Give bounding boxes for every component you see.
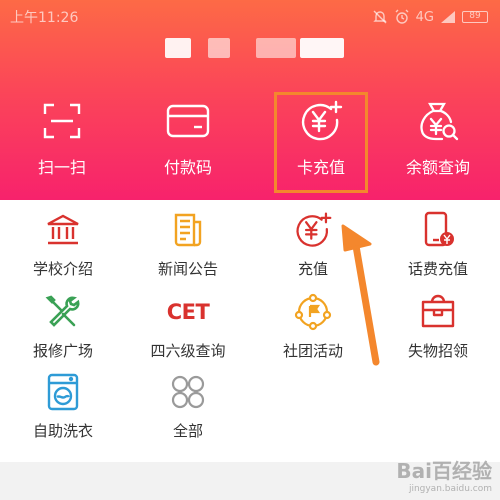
payment-code-button[interactable]: 付款码: [143, 100, 233, 180]
club-activity-item[interactable]: 社团活动: [258, 292, 368, 364]
self-laundry-label: 自助洗衣: [32, 422, 93, 440]
all-apps-item[interactable]: 全部: [133, 372, 243, 444]
alarm-icon: [395, 9, 409, 24]
repair-plaza-item[interactable]: 报修广场: [8, 292, 118, 364]
watermark-url: jingyan.baidu.com: [408, 484, 492, 494]
newspaper-icon: [168, 210, 208, 250]
blurred-title-block: [165, 38, 191, 58]
repair-plaza-label: 报修广场: [32, 342, 93, 360]
cet-text-icon: CET: [166, 292, 210, 332]
club-network-icon: [293, 292, 333, 332]
recharge-item[interactable]: 充值: [258, 210, 368, 282]
scan-icon: [39, 100, 85, 142]
watermark-brand: Bai百经验: [396, 459, 492, 483]
cet-icon-text: CET: [166, 300, 210, 324]
blurred-title-block: [256, 38, 296, 58]
phone-recharge-item[interactable]: 话费充值: [383, 210, 493, 282]
header-banner: 上午11:26 4G 89 扫一扫 付款码 卡充值 余额查询: [0, 0, 500, 200]
yen-add-icon: [293, 210, 333, 250]
status-bar: 上午11:26 4G 89: [0, 0, 500, 34]
lost-found-box-icon: [418, 292, 458, 332]
cet-query-label: 四六级查询: [150, 342, 226, 360]
watermark: Bai百经验 jingyan.baidu.com: [396, 455, 492, 494]
wrench-screwdriver-icon: [43, 292, 83, 332]
news-label: 新闻公告: [157, 260, 218, 278]
top-actions-row: 扫一扫 付款码 卡充值 余额查询: [0, 100, 500, 180]
blurred-title-block: [300, 38, 344, 58]
washing-machine-icon: [43, 372, 83, 412]
money-bag-search-icon: [415, 100, 461, 142]
club-activity-label: 社团活动: [282, 342, 343, 360]
all-apps-icon: [168, 372, 208, 412]
function-grid: 学校介绍 新闻公告 充值 话费充值 报修广场 CET 四六级查询 社团活动 失物…: [0, 200, 500, 460]
mute-icon: [372, 10, 387, 24]
cet-query-item[interactable]: CET 四六级查询: [133, 292, 243, 364]
lost-found-item[interactable]: 失物招领: [383, 292, 493, 364]
self-laundry-item[interactable]: 自助洗衣: [8, 372, 118, 444]
school-building-icon: [43, 210, 83, 250]
lost-found-label: 失物招领: [407, 342, 468, 360]
school-intro-label: 学校介绍: [32, 260, 93, 278]
news-item[interactable]: 新闻公告: [133, 210, 243, 282]
highlight-box: [274, 92, 368, 193]
network-type: 4G: [415, 9, 434, 25]
balance-query-label: 余额查询: [405, 158, 470, 177]
phone-recharge-label: 话费充值: [407, 260, 468, 278]
blurred-title-block: [208, 38, 230, 58]
payment-card-icon: [165, 100, 211, 142]
balance-query-button[interactable]: 余额查询: [393, 100, 483, 180]
phone-yen-icon: [418, 210, 458, 250]
recharge-label: 充值: [297, 260, 328, 278]
status-icons: 4G 89: [372, 9, 488, 25]
scan-label: 扫一扫: [37, 158, 86, 177]
signal-icon: [441, 11, 455, 23]
battery-icon: 89: [462, 11, 488, 23]
battery-level: 89: [469, 11, 481, 21]
status-time: 上午11:26: [10, 10, 79, 26]
all-apps-label: 全部: [172, 422, 203, 440]
payment-code-label: 付款码: [163, 158, 212, 177]
school-intro-item[interactable]: 学校介绍: [8, 210, 118, 282]
scan-button[interactable]: 扫一扫: [17, 100, 107, 180]
